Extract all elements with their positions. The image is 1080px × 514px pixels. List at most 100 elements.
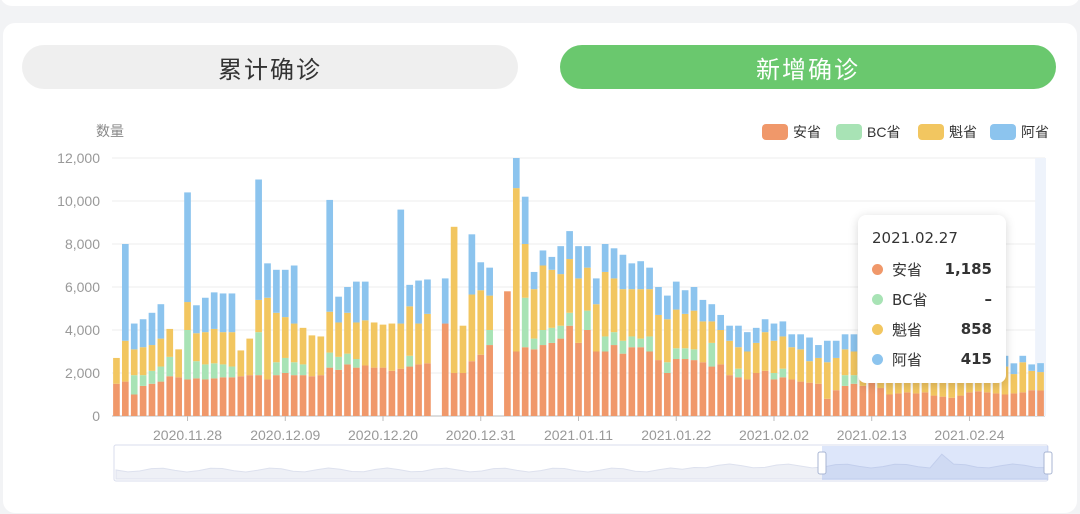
bar-安省	[868, 381, 876, 416]
bar-安省	[903, 392, 911, 416]
bar-安省	[592, 351, 600, 416]
bar-魁省	[806, 361, 813, 383]
bar-魁省	[743, 351, 751, 380]
bar-安省	[139, 385, 147, 416]
bar-安省	[388, 370, 396, 416]
bar-魁省	[255, 299, 262, 333]
bar-魁省	[841, 349, 849, 376]
bar-BC省	[557, 325, 565, 339]
bar-魁省	[450, 226, 458, 373]
bar-阿省	[1028, 364, 1036, 371]
bar-BC省	[166, 356, 174, 377]
bar-魁省	[361, 320, 369, 366]
bar-安省	[761, 370, 769, 416]
bar-魁省	[619, 289, 627, 341]
bar-阿省	[797, 334, 804, 350]
tooltip-series-name: 安省	[892, 260, 923, 279]
bar-BC省	[770, 373, 778, 380]
bar-安省	[415, 364, 422, 416]
bar-安省	[130, 394, 138, 416]
bar-阿省	[264, 263, 271, 298]
bar-魁省	[219, 332, 227, 365]
bar-BC省	[130, 375, 138, 395]
y-tick-label: 0	[92, 408, 100, 424]
bar-魁省	[770, 340, 778, 373]
zoom-window	[822, 446, 1048, 480]
bar-安省	[193, 378, 200, 416]
bar-安省	[486, 345, 493, 416]
bar-安省	[219, 377, 227, 416]
bar-魁省	[459, 325, 467, 373]
bar-BC省	[299, 364, 307, 376]
bar-阿省	[592, 278, 600, 305]
bar-魁省	[850, 351, 858, 376]
tooltip-dot	[872, 263, 883, 275]
bar-魁省	[557, 274, 565, 326]
y-axis-label: 数量	[96, 123, 124, 139]
bar-阿省	[121, 244, 129, 341]
x-tick-label: 2021.02.24	[934, 427, 1004, 443]
bar-安省	[770, 379, 778, 416]
y-axis: 0 2,000 4,000 6,000 8,000 10,000 12,000	[57, 150, 100, 424]
tooltip-dot	[872, 293, 883, 305]
bar-阿省	[788, 334, 796, 348]
bar-阿省	[823, 340, 831, 363]
bar-魁省	[486, 295, 493, 330]
bar-阿省	[681, 290, 689, 314]
bar-阿省	[841, 334, 849, 350]
bar-魁省	[388, 323, 396, 371]
bar-安省	[557, 338, 565, 416]
zoom-handle[interactable]	[1043, 451, 1053, 475]
bar-阿省	[1010, 363, 1018, 375]
bar-BC省	[335, 356, 342, 370]
bar-安省	[779, 377, 787, 416]
bar-安省	[699, 362, 707, 416]
bar-阿省	[512, 158, 520, 189]
bar-安省	[823, 398, 831, 416]
bar-BC省	[610, 332, 618, 346]
x-axis: 2020.11.28 2020.12.09 2020.12.20 2020.12.31…	[153, 416, 1005, 443]
zoom-handle[interactable]	[817, 451, 827, 475]
bar-阿省	[228, 293, 236, 333]
bar-安省	[264, 379, 271, 416]
bar-阿省	[619, 254, 627, 290]
data-zoom-slider[interactable]	[113, 444, 1053, 482]
bar-安省	[930, 395, 938, 416]
bar-BC省	[406, 355, 414, 367]
tooltip-series-name: 魁省	[892, 320, 923, 339]
bar-安省	[752, 373, 760, 416]
legend-swatch	[836, 124, 862, 140]
bar-阿省	[566, 231, 573, 260]
y-tick-label: 10,000	[57, 193, 100, 209]
bar-魁省	[521, 244, 529, 298]
bar-阿省	[130, 323, 138, 350]
bar-阿省	[628, 263, 636, 290]
bar-安省	[459, 373, 467, 416]
bar-魁省	[379, 324, 387, 368]
bar-阿省	[672, 281, 680, 310]
bar-魁省	[584, 267, 591, 311]
bar-阿省	[201, 297, 209, 333]
bar-阿省	[139, 319, 147, 348]
bar-魁省	[317, 336, 325, 376]
legend-label: BC省	[867, 124, 900, 140]
bar-魁省	[415, 323, 422, 365]
bar-安省	[672, 359, 680, 416]
tooltip: 2021.02.27 安省 1,185 BC省 – 魁省 858 阿省 415	[858, 215, 1006, 383]
bar-阿省	[664, 295, 671, 320]
bar-阿省	[655, 287, 662, 315]
bar-安省	[797, 381, 804, 416]
bar-安省	[726, 375, 733, 416]
bar-安省	[175, 377, 182, 416]
tooltip-row: BC省 –	[872, 289, 992, 309]
bar-安省	[166, 376, 174, 416]
bar-魁省	[637, 289, 645, 339]
bar-魁省	[726, 340, 733, 376]
bar-安省	[450, 373, 458, 416]
bar-阿省	[850, 334, 858, 352]
bar-阿省	[361, 281, 369, 321]
bar-BC省	[530, 338, 538, 350]
legend[interactable]: 安省 BC省 魁省 阿省	[762, 124, 1049, 140]
bar-魁省	[512, 188, 520, 352]
bar-安省	[121, 381, 129, 416]
